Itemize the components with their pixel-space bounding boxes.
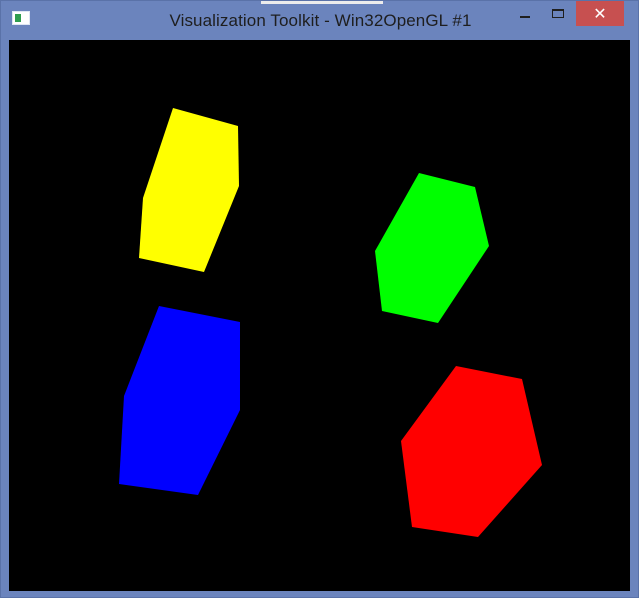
scene-canvas (119, 108, 542, 537)
render-viewport[interactable] (9, 40, 630, 591)
minimize-button[interactable] (510, 1, 539, 26)
maximize-icon (551, 9, 564, 18)
green-hexagon (375, 173, 489, 323)
minimize-icon (519, 15, 530, 18)
title-bar[interactable]: Visualization Toolkit - Win32OpenGL #1 ✕ (1, 1, 638, 40)
vtk-render-window: Visualization Toolkit - Win32OpenGL #1 ✕ (0, 0, 639, 598)
yellow-hexagon (139, 108, 239, 272)
close-button[interactable]: ✕ (576, 1, 624, 26)
background-window-edge (261, 1, 383, 4)
blue-hexagon (119, 306, 240, 495)
close-icon: ✕ (593, 3, 607, 23)
maximize-button[interactable] (543, 1, 572, 26)
red-hexagon (401, 366, 542, 537)
